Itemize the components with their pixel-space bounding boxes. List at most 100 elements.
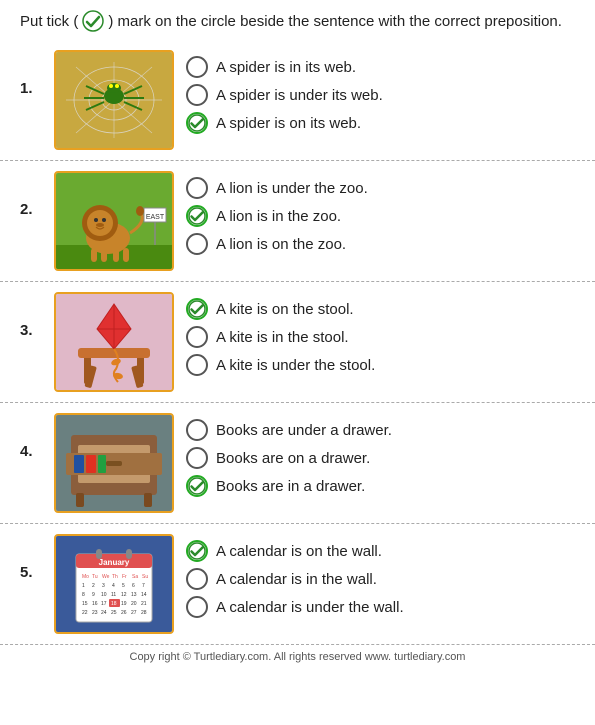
- svg-text:6: 6: [132, 583, 135, 589]
- question-number-1: 1.: [20, 50, 42, 97]
- option-circle-4-2[interactable]: [186, 447, 208, 469]
- option-circle-1-1[interactable]: [186, 56, 208, 78]
- header-text1: Put tick (: [20, 11, 78, 32]
- questions-container: 1. A spider is in its web.A spider: [0, 40, 595, 645]
- option-circle-3-3[interactable]: [186, 354, 208, 376]
- option-item-5-1[interactable]: A calendar is on the wall.: [186, 540, 404, 562]
- svg-text:12: 12: [121, 592, 127, 598]
- option-label-4-1: Books are under a drawer.: [216, 422, 392, 439]
- svg-text:26: 26: [121, 610, 127, 616]
- options-list-3: A kite is on the stool. A kite is in the …: [186, 292, 375, 376]
- svg-text:1: 1: [82, 583, 85, 589]
- option-label-3-1: A kite is on the stool.: [216, 301, 354, 318]
- option-circle-4-3[interactable]: [186, 475, 208, 497]
- svg-text:7: 7: [142, 583, 145, 589]
- question-row-3: 3. A kite is on the stool. A kite is in t…: [0, 282, 595, 403]
- svg-text:16: 16: [92, 601, 98, 607]
- image-spider: [54, 50, 174, 150]
- option-label-4-2: Books are on a drawer.: [216, 450, 370, 467]
- svg-text:9: 9: [92, 592, 95, 598]
- option-label-5-2: A calendar is in the wall.: [216, 571, 377, 588]
- option-item-3-1[interactable]: A kite is on the stool.: [186, 298, 375, 320]
- option-label-5-3: A calendar is under the wall.: [216, 599, 404, 616]
- svg-text:Su: Su: [142, 574, 148, 580]
- svg-text:3: 3: [102, 583, 105, 589]
- tick-icon: [82, 10, 104, 32]
- svg-text:24: 24: [101, 610, 107, 616]
- option-label-4-3: Books are in a drawer.: [216, 478, 365, 495]
- options-list-4: Books are under a drawer. Books are on a …: [186, 413, 392, 497]
- option-item-4-3[interactable]: Books are in a drawer.: [186, 475, 392, 497]
- question-number-5: 5.: [20, 534, 42, 581]
- options-list-1: A spider is in its web. A spider is under…: [186, 50, 383, 134]
- svg-text:10: 10: [101, 592, 107, 598]
- option-item-1-3[interactable]: A spider is on its web.: [186, 112, 383, 134]
- option-circle-2-3[interactable]: [186, 233, 208, 255]
- svg-text:Tu: Tu: [92, 574, 98, 580]
- question-number-4: 4.: [20, 413, 42, 460]
- svg-text:5: 5: [122, 583, 125, 589]
- svg-text:27: 27: [131, 610, 137, 616]
- option-item-2-2[interactable]: A lion is in the zoo.: [186, 205, 368, 227]
- svg-text:8: 8: [82, 592, 85, 598]
- option-item-2-1[interactable]: A lion is under the zoo.: [186, 177, 368, 199]
- svg-text:17: 17: [101, 601, 107, 607]
- option-item-3-3[interactable]: A kite is under the stool.: [186, 354, 375, 376]
- header-text2: ) mark on the circle beside the sentence…: [108, 11, 562, 32]
- option-label-2-1: A lion is under the zoo.: [216, 180, 368, 197]
- option-circle-2-1[interactable]: [186, 177, 208, 199]
- option-item-4-1[interactable]: Books are under a drawer.: [186, 419, 392, 441]
- option-item-4-2[interactable]: Books are on a drawer.: [186, 447, 392, 469]
- options-list-2: A lion is under the zoo. A lion is in th…: [186, 171, 368, 255]
- option-label-3-2: A kite is in the stool.: [216, 329, 349, 346]
- svg-text:18: 18: [111, 601, 117, 607]
- question-row-2: 2. EAST: [0, 161, 595, 282]
- svg-text:28: 28: [141, 610, 147, 616]
- svg-text:11: 11: [111, 592, 116, 598]
- option-label-2-2: A lion is in the zoo.: [216, 208, 341, 225]
- option-circle-1-2[interactable]: [186, 84, 208, 106]
- svg-text:22: 22: [82, 610, 88, 616]
- option-item-3-2[interactable]: A kite is in the stool.: [186, 326, 375, 348]
- option-circle-3-2[interactable]: [186, 326, 208, 348]
- svg-text:19: 19: [121, 601, 127, 607]
- question-row-1: 1. A spider is in its web.A spider: [0, 40, 595, 161]
- svg-text:21: 21: [141, 601, 147, 607]
- option-circle-2-2[interactable]: [186, 205, 208, 227]
- option-circle-4-1[interactable]: [186, 419, 208, 441]
- svg-text:We: We: [102, 574, 110, 580]
- svg-text:January: January: [99, 558, 130, 567]
- header: Put tick ( ) mark on the circle beside t…: [0, 0, 595, 40]
- svg-text:25: 25: [111, 610, 117, 616]
- svg-text:Mo: Mo: [82, 574, 89, 580]
- image-lion: EAST: [54, 171, 174, 271]
- option-circle-5-1[interactable]: [186, 540, 208, 562]
- image-calendar: January Mo Tu We Th Fr Sa Su 1 2 3 4 5 6…: [54, 534, 174, 634]
- option-circle-5-2[interactable]: [186, 568, 208, 590]
- footer: Copy right © Turtlediary.com. All rights…: [0, 645, 595, 669]
- image-books: [54, 413, 174, 513]
- option-item-2-3[interactable]: A lion is on the zoo.: [186, 233, 368, 255]
- svg-text:Th: Th: [112, 574, 118, 580]
- option-circle-3-1[interactable]: [186, 298, 208, 320]
- svg-text:13: 13: [131, 592, 137, 598]
- svg-text:EAST: EAST: [146, 214, 165, 221]
- option-item-1-2[interactable]: A spider is under its web.: [186, 84, 383, 106]
- svg-text:20: 20: [131, 601, 137, 607]
- option-circle-5-3[interactable]: [186, 596, 208, 618]
- option-label-2-3: A lion is on the zoo.: [216, 236, 346, 253]
- question-row-5: 5. January Mo Tu We Th Fr Sa Su 1 2 3 4 …: [0, 524, 595, 645]
- svg-text:Fr: Fr: [122, 574, 127, 580]
- options-list-5: A calendar is on the wall. A calendar is …: [186, 534, 404, 618]
- option-label-1-1: A spider is in its web.: [216, 59, 356, 76]
- question-number-3: 3.: [20, 292, 42, 339]
- question-number-2: 2.: [20, 171, 42, 218]
- svg-text:14: 14: [141, 592, 147, 598]
- option-item-1-1[interactable]: A spider is in its web.: [186, 56, 383, 78]
- option-label-3-3: A kite is under the stool.: [216, 357, 375, 374]
- svg-text:2: 2: [92, 583, 95, 589]
- option-item-5-2[interactable]: A calendar is in the wall.: [186, 568, 404, 590]
- svg-text:4: 4: [112, 583, 115, 589]
- option-circle-1-3[interactable]: [186, 112, 208, 134]
- option-item-5-3[interactable]: A calendar is under the wall.: [186, 596, 404, 618]
